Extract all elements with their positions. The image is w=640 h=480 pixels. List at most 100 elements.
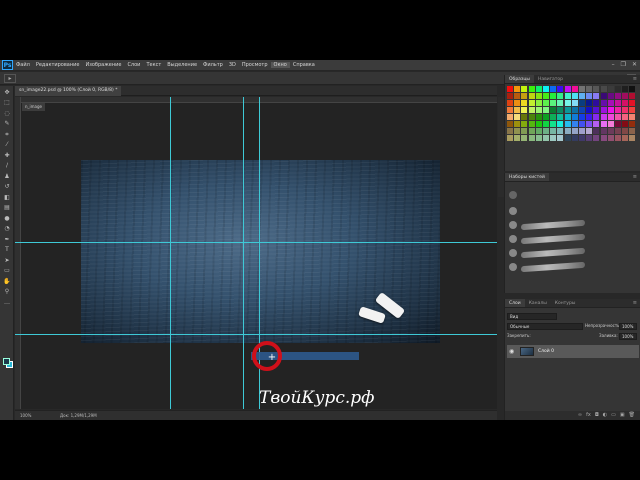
color-swatch[interactable] — [622, 107, 629, 113]
color-swatch[interactable] — [514, 128, 521, 134]
pen-icon[interactable]: ✒ — [2, 235, 12, 244]
color-swatch[interactable] — [564, 121, 571, 127]
marquee-tool-icon[interactable]: ⬚ — [2, 98, 12, 107]
color-swatch[interactable] — [535, 93, 542, 99]
color-swatch[interactable] — [593, 135, 600, 141]
color-swatch[interactable] — [579, 121, 585, 127]
color-swatch[interactable] — [571, 93, 578, 99]
brush-preset-row[interactable] — [507, 189, 625, 201]
color-swatch[interactable] — [586, 93, 593, 99]
panel-menu-icon[interactable]: ≡ — [633, 173, 637, 182]
color-swatch[interactable] — [507, 114, 513, 120]
color-swatch[interactable] — [615, 121, 621, 127]
layer-kind-filter[interactable]: Вид — [507, 312, 557, 320]
color-swatch[interactable] — [579, 100, 585, 106]
brush-preset[interactable] — [507, 261, 625, 273]
color-swatch[interactable] — [615, 135, 621, 141]
guide-horizontal[interactable] — [15, 334, 497, 335]
color-swatch[interactable] — [586, 107, 593, 113]
color-swatch[interactable] — [593, 93, 600, 99]
tab-swatches[interactable]: Образцы — [505, 75, 534, 83]
color-swatch[interactable] — [629, 86, 636, 92]
color-swatch[interactable] — [557, 135, 564, 141]
healing-brush-icon[interactable]: ✚ — [2, 151, 12, 160]
color-swatch[interactable] — [521, 86, 528, 92]
document-size-info[interactable]: Док: 1,29M/1,29M — [60, 411, 97, 420]
color-swatch[interactable] — [543, 128, 549, 134]
tab-brush-presets[interactable]: Наборы кистей — [505, 173, 549, 181]
color-swatch[interactable] — [564, 114, 571, 120]
color-swatch[interactable] — [521, 114, 528, 120]
opacity-field[interactable]: 100% — [619, 322, 637, 330]
new-group-icon[interactable]: ▭ — [611, 411, 616, 420]
tab-paths[interactable]: Контуры — [551, 299, 580, 307]
color-swatch[interactable] — [593, 107, 600, 113]
color-swatch[interactable] — [521, 107, 528, 113]
color-swatch[interactable] — [557, 121, 564, 127]
color-swatch[interactable] — [607, 86, 614, 92]
color-swatch[interactable] — [528, 121, 535, 127]
color-swatch[interactable] — [571, 114, 578, 120]
color-swatch[interactable] — [557, 86, 564, 92]
color-swatch[interactable] — [507, 86, 513, 92]
color-swatch[interactable] — [535, 135, 542, 141]
color-swatch[interactable] — [550, 114, 557, 120]
color-swatch[interactable] — [600, 128, 607, 134]
panel-menu-icon[interactable]: ≡ — [633, 75, 637, 84]
color-swatch[interactable] — [507, 128, 513, 134]
color-swatch[interactable] — [550, 121, 557, 127]
color-swatch[interactable] — [514, 86, 521, 92]
color-swatch[interactable] — [571, 135, 578, 141]
color-swatch[interactable] — [550, 86, 557, 92]
color-swatch[interactable] — [593, 100, 600, 106]
lasso-tool-icon[interactable]: ◌ — [2, 109, 12, 118]
color-swatch[interactable] — [557, 107, 564, 113]
brush-preset[interactable] — [507, 219, 625, 231]
color-swatch[interactable] — [514, 93, 521, 99]
color-swatch[interactable] — [507, 135, 513, 141]
clone-stamp-icon[interactable]: ♟ — [2, 172, 12, 181]
color-swatch[interactable] — [586, 135, 593, 141]
color-swatch[interactable] — [579, 135, 585, 141]
color-swatch[interactable] — [607, 121, 614, 127]
color-swatch[interactable] — [622, 93, 629, 99]
color-swatch[interactable] — [615, 128, 621, 134]
move-tool-icon[interactable]: ✥ — [2, 88, 12, 97]
color-swatch[interactable] — [579, 86, 585, 92]
color-swatch[interactable] — [557, 114, 564, 120]
color-swatch[interactable] — [629, 114, 636, 120]
color-swatch[interactable] — [615, 100, 621, 106]
menu-type[interactable]: Текст — [143, 62, 164, 68]
color-swatch[interactable] — [586, 100, 593, 106]
color-swatch[interactable] — [557, 93, 564, 99]
rectangle-icon[interactable]: ▭ — [2, 266, 12, 275]
add-mask-icon[interactable]: ◘ — [595, 411, 599, 420]
color-swatch[interactable] — [622, 114, 629, 120]
menu-window[interactable]: Окно — [270, 62, 290, 68]
link-layers-icon[interactable]: ∞ — [578, 411, 582, 420]
gradient-icon[interactable]: ▤ — [2, 203, 12, 212]
color-swatch[interactable] — [629, 100, 636, 106]
color-swatch[interactable] — [507, 107, 513, 113]
color-swatch[interactable] — [507, 93, 513, 99]
color-swatch[interactable] — [607, 107, 614, 113]
color-swatch[interactable] — [564, 93, 571, 99]
color-swatch[interactable] — [622, 121, 629, 127]
color-swatch[interactable] — [535, 100, 542, 106]
quick-select-icon[interactable]: ✎ — [2, 119, 12, 128]
color-swatch[interactable] — [600, 86, 607, 92]
adjustment-layer-icon[interactable]: ◐ — [603, 411, 607, 420]
brush-preset[interactable] — [507, 233, 625, 245]
brush-preset[interactable] — [507, 205, 625, 217]
color-swatch[interactable] — [528, 100, 535, 106]
color-swatch[interactable] — [543, 100, 549, 106]
color-swatch[interactable] — [543, 114, 549, 120]
document-tab[interactable]: sn_image22.psd @ 100% (Слой 0, RGB/8) * — [15, 86, 122, 96]
foreground-color-swatch[interactable] — [3, 358, 10, 365]
menu-image[interactable]: Изображение — [82, 62, 124, 68]
color-swatch[interactable] — [535, 86, 542, 92]
color-swatch[interactable] — [586, 86, 593, 92]
color-swatch[interactable] — [507, 121, 513, 127]
color-swatch[interactable] — [521, 121, 528, 127]
color-swatch[interactable] — [607, 100, 614, 106]
